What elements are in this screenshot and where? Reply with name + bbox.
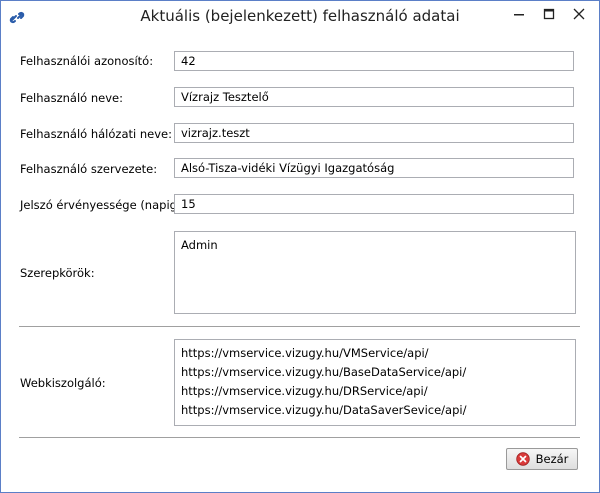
roles-label: Szerepkörök:	[20, 266, 95, 280]
webservice-item: https://vmservice.vizugy.hu/BaseDataServ…	[181, 365, 467, 379]
roles-list[interactable]: Admin	[174, 231, 576, 314]
webservice-item: https://vmservice.vizugy.hu/VMService/ap…	[181, 346, 429, 360]
webservice-item: https://vmservice.vizugy.hu/DRService/ap…	[181, 384, 428, 398]
user-name-label: Felhasználó neve:	[20, 91, 123, 105]
close-button-label: Bezár	[535, 452, 569, 466]
separator	[19, 326, 580, 327]
network-name-label: Felhasználó hálózati neve:	[20, 127, 172, 141]
webservice-list[interactable]: https://vmservice.vizugy.hu/VMService/ap…	[174, 339, 576, 426]
close-circle-icon	[515, 452, 530, 466]
close-icon	[573, 8, 585, 20]
user-id-field[interactable]: 42	[174, 51, 574, 71]
minimize-button[interactable]	[504, 1, 534, 27]
maximize-icon	[543, 8, 555, 20]
webservice-label: Webkiszolgáló:	[20, 376, 106, 390]
password-validity-label: Jelszó érvényessége (napig)	[20, 198, 182, 212]
title-bar[interactable]: Aktuális (bejelenkezett) felhasználó ada…	[1, 1, 599, 32]
user-name-field[interactable]: Vízrajz Tesztelő	[174, 87, 574, 107]
password-validity-field[interactable]: 15	[174, 194, 574, 214]
webservice-item: https://vmservice.vizugy.hu/DataSaverSev…	[181, 403, 467, 417]
close-window-button[interactable]	[564, 1, 594, 27]
close-button[interactable]: Bezár	[506, 448, 578, 470]
organization-field[interactable]: Alsó-Tisza-vidéki Vízügyi Igazgatóság	[174, 158, 574, 178]
user-id-label: Felhasználói azonosító:	[20, 54, 154, 68]
minimize-icon	[514, 14, 524, 16]
network-name-field[interactable]: vizrajz.teszt	[174, 123, 574, 143]
role-item: Admin	[181, 238, 218, 252]
maximize-button[interactable]	[534, 1, 564, 27]
separator	[19, 437, 580, 438]
dialog-window: Aktuális (bejelenkezett) felhasználó ada…	[0, 0, 600, 493]
organization-label: Felhasználó szervezete:	[20, 162, 158, 176]
